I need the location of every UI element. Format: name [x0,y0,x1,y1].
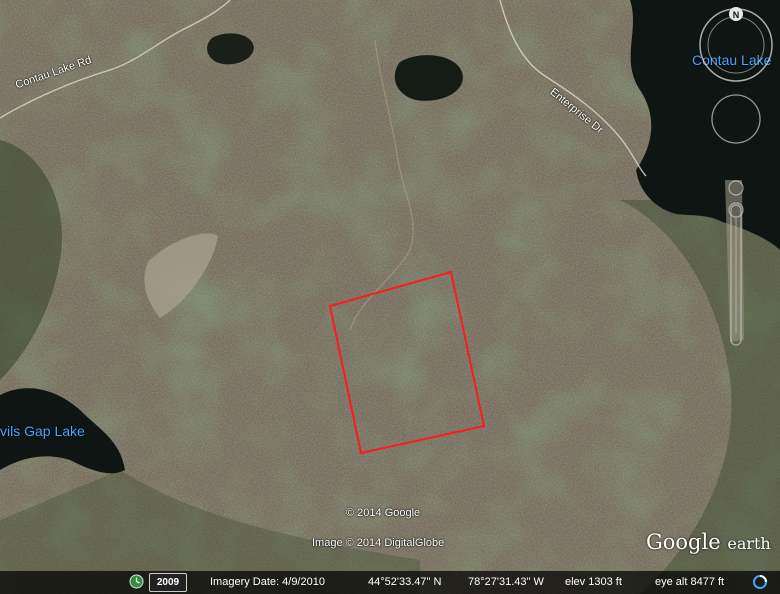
elevation-readout: elev 1303 ft [565,576,622,588]
imagery-credit: Image © 2014 DigitalGlobe [312,537,445,549]
historical-imagery-icon[interactable] [129,574,144,589]
brand-name: Google [646,530,721,554]
map-view[interactable]: Contau Lake vils Gap Lake Contau Lake Rd… [0,0,780,594]
copyright-credit: © 2014 Google [346,507,421,519]
latitude-readout: 44°52'33.47" N [368,576,442,588]
zoom-slider[interactable] [728,180,744,346]
streaming-status-icon [753,575,767,589]
google-earth-logo: Google earth [646,530,771,554]
satellite-imagery[interactable] [0,0,780,594]
imagery-date: Imagery Date: 4/9/2010 [210,576,325,588]
year-badge[interactable]: 2009 [149,573,187,592]
longitude-readout: 78°27'31.43" W [468,576,544,588]
eye-altitude-readout: eye alt 8477 ft [655,576,725,588]
navigation-controls[interactable]: N [698,7,778,347]
status-bar: 2009 Imagery Date: 4/9/2010 44°52'33.47"… [0,571,780,594]
look-joystick[interactable] [711,94,761,144]
brand-suffix: earth [727,534,771,553]
devils-gap-lake-label[interactable]: vils Gap Lake [0,423,85,439]
compass-north-icon: N [733,10,740,20]
